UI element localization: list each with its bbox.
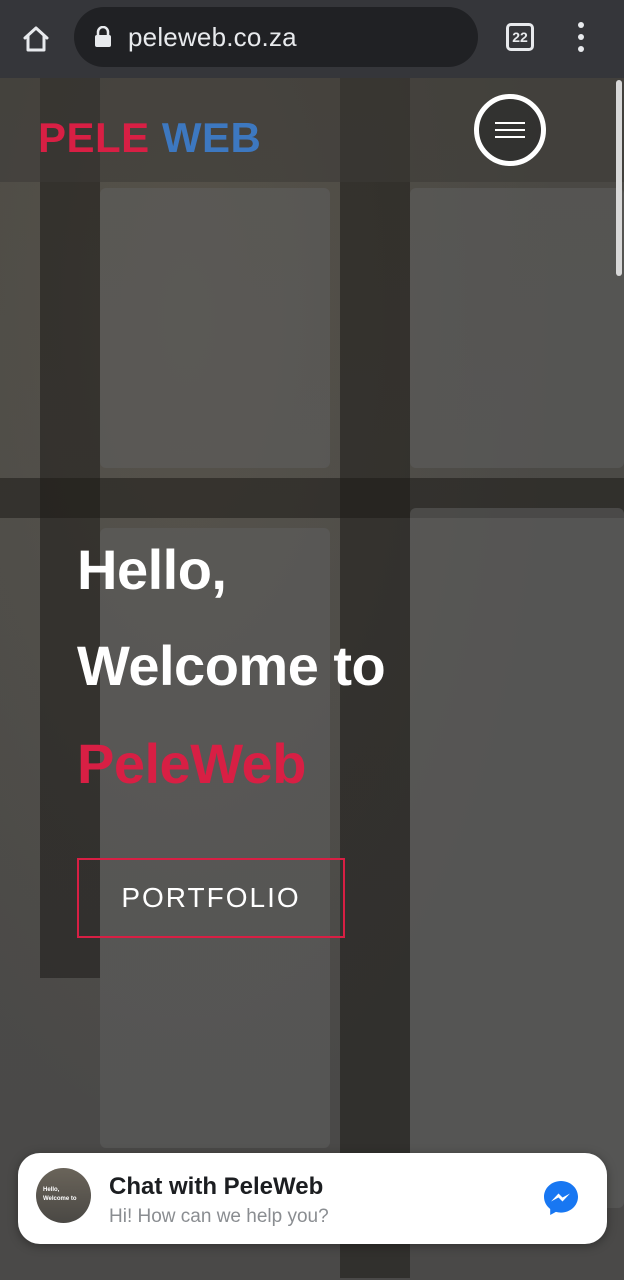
browser-toolbar: peleweb.co.za 22 (0, 0, 624, 78)
site-logo[interactable]: PELE WEB (38, 114, 261, 162)
chat-title: Chat with PeleWeb (109, 1173, 324, 1200)
logo-part-pele: PELE (38, 114, 162, 161)
lock-icon (95, 26, 111, 47)
hero-welcome: Welcome to (77, 634, 386, 697)
page-scrollbar[interactable] (616, 80, 622, 276)
address-bar[interactable]: peleweb.co.za (74, 7, 478, 67)
web-page: PELE WEB Hello, Welcome to PeleWeb PORTF… (0, 78, 624, 1280)
messenger-chat-widget[interactable]: Hello, Welcome to Chat with PeleWeb Hi! … (18, 1153, 607, 1244)
tab-switcher-button[interactable]: 22 (506, 23, 534, 51)
nav-menu-button[interactable] (474, 94, 546, 166)
hero-greeting: Hello, (77, 538, 227, 601)
logo-part-web: WEB (161, 114, 262, 161)
chat-avatar: Hello, Welcome to (36, 1168, 91, 1223)
chat-subtitle: Hi! How can we help you? (109, 1206, 329, 1227)
more-vert-icon (578, 22, 584, 28)
portfolio-button[interactable]: PORTFOLIO (77, 858, 345, 938)
hero-brand-name: PeleWeb (77, 732, 306, 795)
url-text: peleweb.co.za (128, 22, 297, 52)
home-button[interactable] (14, 17, 58, 61)
home-icon (23, 26, 49, 52)
hamburger-icon (495, 122, 525, 124)
messenger-icon[interactable] (542, 1179, 580, 1217)
background-photo (40, 78, 100, 978)
browser-menu-button[interactable] (566, 22, 596, 54)
